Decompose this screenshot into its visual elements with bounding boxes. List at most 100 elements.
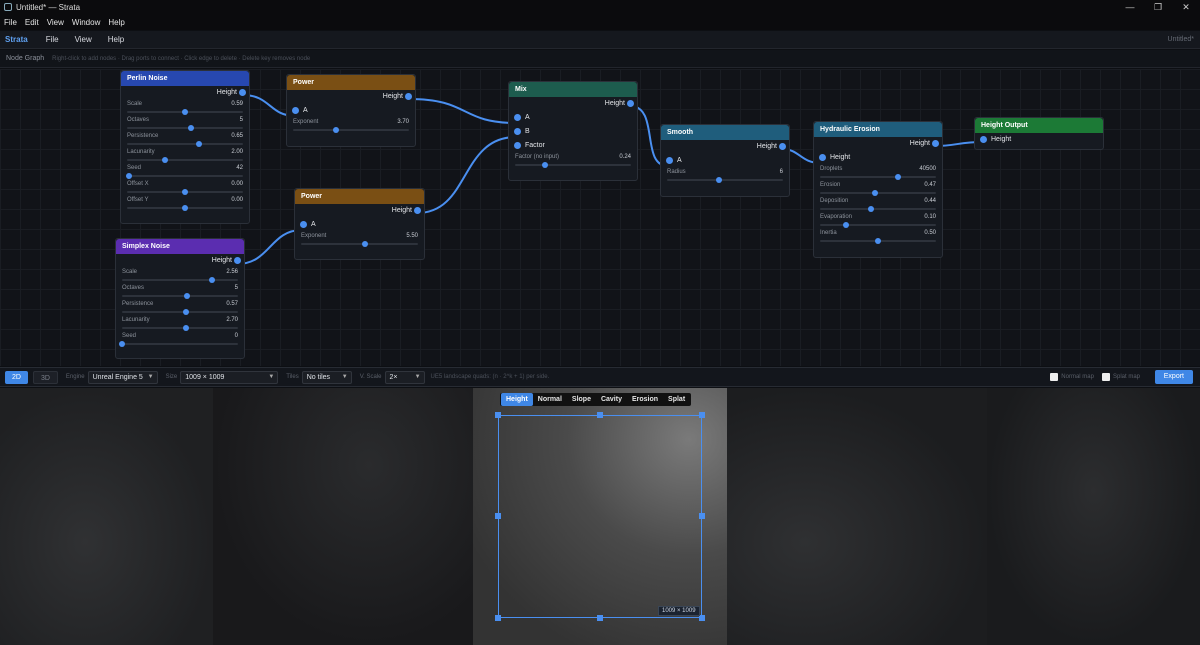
slider-thumb[interactable] [362,241,369,247]
output-port[interactable] [234,257,241,264]
heightmap-preview[interactable]: Height Normal Slope Cavity Erosion Splat… [0,388,1200,645]
slider-thumb[interactable] [871,190,878,196]
node-title[interactable]: Hydraulic Erosion [814,122,942,137]
app-menu-help[interactable]: Help [100,35,132,44]
node-title[interactable]: Smooth [661,125,789,140]
node-height-output[interactable]: Height Output Height [974,117,1104,150]
close-button[interactable]: ✕ [1172,0,1200,14]
output-port[interactable] [779,143,786,150]
slider-thumb[interactable] [182,325,189,331]
node-hydraulic-erosion[interactable]: Hydraulic Erosion Height Height Droplets… [813,121,943,258]
param-slider[interactable] [127,157,243,163]
tab-erosion[interactable]: Erosion [627,393,663,406]
slider-thumb[interactable] [119,341,125,347]
resize-handle-n[interactable] [597,412,603,418]
param-slider[interactable] [515,162,631,168]
input-port[interactable] [819,154,826,161]
slider-thumb[interactable] [542,162,549,168]
output-port[interactable] [414,207,421,214]
node-simplex-noise[interactable]: Simplex Noise Height Scale 2.56 Octaves 5 Pe… [115,238,245,359]
input-port[interactable] [514,128,521,135]
tab-cavity[interactable]: Cavity [596,393,627,406]
menu-file[interactable]: File [0,18,21,27]
node-title[interactable]: Perlin Noise [121,71,249,86]
resize-handle-s[interactable] [597,615,603,621]
slider-thumb[interactable] [183,293,190,299]
resize-handle-sw[interactable] [495,615,501,621]
slider-thumb[interactable] [875,238,881,244]
app-menu-file[interactable]: File [38,35,67,44]
param-slider[interactable] [820,174,936,180]
slider-thumb[interactable] [182,189,188,195]
input-port[interactable] [514,142,521,149]
output-port[interactable] [932,140,939,147]
param-slider[interactable] [820,190,936,196]
normal-map-checkbox[interactable] [1050,373,1059,381]
param-slider[interactable] [127,109,243,115]
minimize-button[interactable]: — [1116,0,1144,14]
node-mix[interactable]: Mix Height A B Factor Factor (no input) 0… [508,81,638,181]
slider-thumb[interactable] [126,173,133,179]
output-port[interactable] [239,89,246,96]
output-port[interactable] [627,100,634,107]
slider-thumb[interactable] [195,141,202,147]
param-slider[interactable] [122,309,238,315]
selection-rectangle[interactable] [498,415,702,618]
param-slider[interactable] [667,177,783,183]
input-port[interactable] [292,107,299,114]
slider-thumb[interactable] [182,309,189,315]
engine-select[interactable]: Unreal Engine 5 ▼ [87,370,158,384]
edge-power1-mix-a[interactable] [408,98,517,124]
slider-thumb[interactable] [187,125,194,131]
slider-thumb[interactable] [182,109,188,115]
input-port[interactable] [980,136,987,143]
slider-thumb[interactable] [842,222,849,228]
param-slider[interactable] [122,277,238,283]
node-title[interactable]: Power [287,75,415,90]
app-menu-view[interactable]: View [67,35,100,44]
slider-thumb[interactable] [894,174,901,180]
param-slider[interactable] [820,238,936,244]
node-title[interactable]: Height Output [975,118,1103,133]
menu-view[interactable]: View [43,18,68,27]
mode-3d-button[interactable]: 3D [32,370,58,384]
size-select[interactable]: 1009 × 1009 ▼ [180,370,279,384]
param-slider[interactable] [127,141,243,147]
node-power-2[interactable]: Power Height A Exponent 5.50 [294,188,425,260]
node-smooth[interactable]: Smooth Height A Radius 6 [660,124,790,197]
slider-thumb[interactable] [716,177,723,183]
mode-2d-button[interactable]: 2D [5,370,28,384]
tab-splat[interactable]: Splat [663,393,690,406]
resize-handle-w[interactable] [495,513,501,519]
edge-power2-mix-b[interactable] [416,136,517,214]
maximize-button[interactable]: ❐ [1144,0,1172,14]
slider-thumb[interactable] [332,127,339,133]
resize-handle-e[interactable] [699,513,705,519]
param-slider[interactable] [127,189,243,195]
vscale-select[interactable]: 2× ▼ [384,370,425,384]
resize-handle-se[interactable] [699,615,705,621]
slider-thumb[interactable] [209,277,216,283]
menu-help[interactable]: Help [104,18,128,27]
splat-map-checkbox[interactable] [1101,373,1110,381]
param-slider[interactable] [122,293,238,299]
param-slider[interactable] [820,206,936,212]
param-slider[interactable] [820,222,936,228]
tiles-select[interactable]: No tiles ▼ [301,370,352,384]
param-slider[interactable] [122,325,238,331]
output-port[interactable] [405,93,412,100]
node-title[interactable]: Mix [509,82,637,97]
node-title[interactable]: Power [295,189,424,204]
menu-edit[interactable]: Edit [21,18,43,27]
edge-simplex-power2[interactable] [236,229,303,265]
node-graph-canvas[interactable]: Perlin Noise Height Scale 0.59 Octaves 5 Per… [0,69,1200,366]
resize-handle-ne[interactable] [699,412,705,418]
slider-thumb[interactable] [868,206,875,212]
input-port[interactable] [666,157,673,164]
param-slider[interactable] [293,127,409,133]
export-button[interactable]: Export [1154,370,1193,384]
tab-height[interactable]: Height [501,393,533,406]
node-power-1[interactable]: Power Height A Exponent 3.70 [286,74,416,147]
param-slider[interactable] [126,173,243,179]
param-slider[interactable] [301,241,418,247]
